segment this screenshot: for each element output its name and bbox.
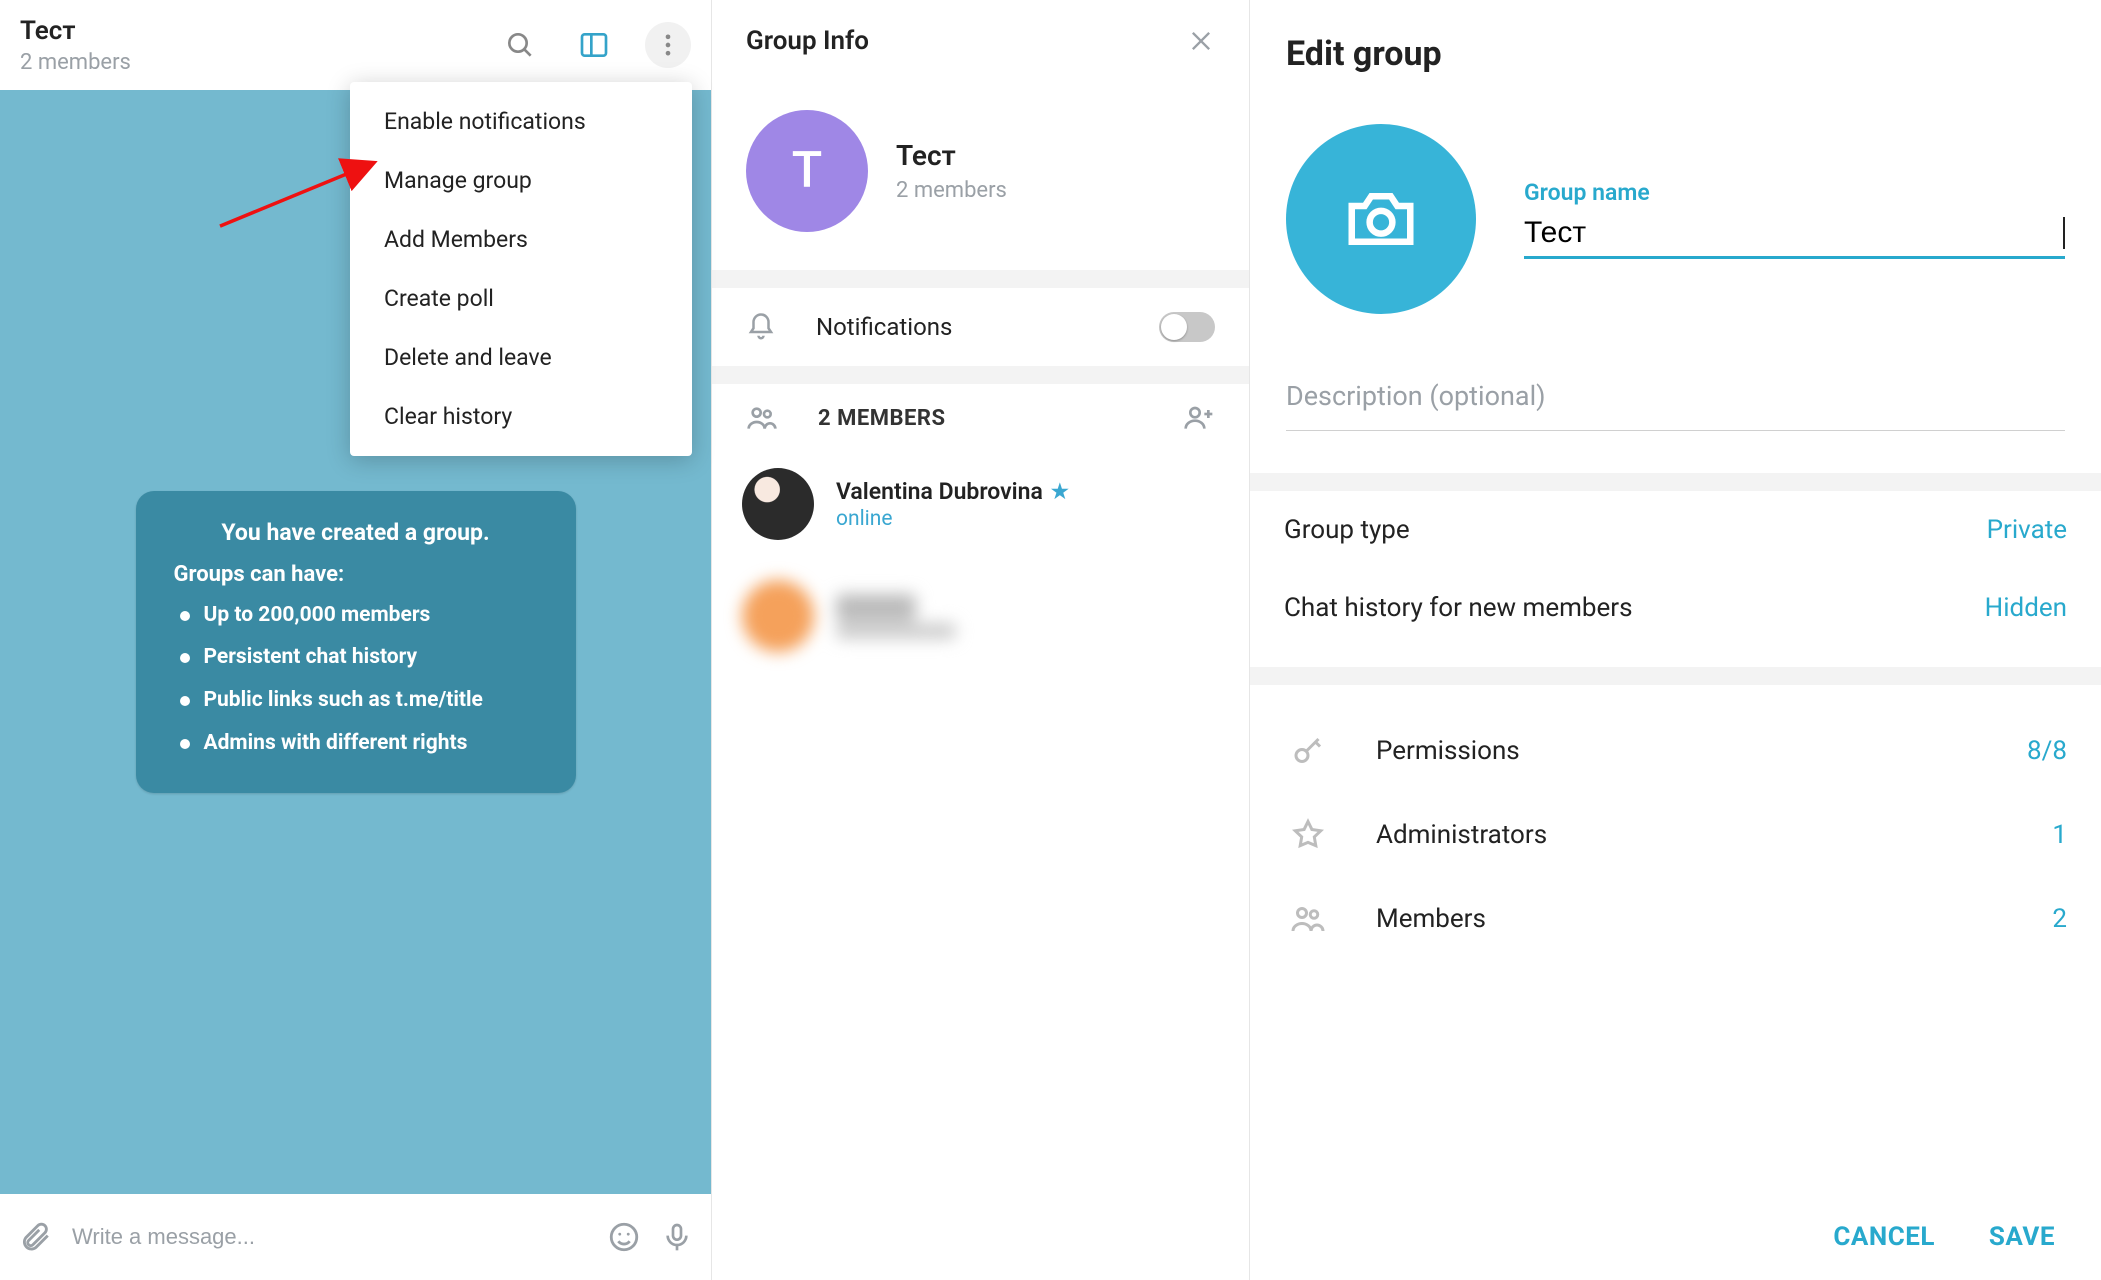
setting-label: Chat history for new members: [1284, 593, 1985, 623]
member-name: Valentina Dubrovina: [836, 478, 1043, 505]
chat-subtitle: 2 members: [20, 50, 497, 75]
list-label: Permissions: [1376, 736, 1983, 766]
notifications-toggle[interactable]: [1159, 312, 1215, 342]
members-header: 2 MEMBERS: [712, 384, 1249, 452]
system-message-bullet: Public links such as t.me/title: [174, 684, 538, 717]
chat-history-row[interactable]: Chat history for new members Hidden: [1250, 569, 2101, 647]
star-icon: ★: [1051, 479, 1069, 503]
group-name: Тест: [896, 139, 1007, 172]
system-message-bullet: Persistent chat history: [174, 641, 538, 674]
message-composer: [0, 1194, 711, 1280]
list-value: 2: [2052, 904, 2067, 934]
group-info-header: Group Info: [712, 0, 1249, 82]
menu-enable-notifications[interactable]: Enable notifications: [350, 92, 692, 151]
avatar: [742, 468, 814, 540]
member-row[interactable]: [712, 564, 1249, 668]
star-icon: [1284, 817, 1332, 853]
menu-add-members[interactable]: Add Members: [350, 210, 692, 269]
group-info-panel: Group Info T Тест 2 members Notification…: [712, 0, 1250, 1280]
group-avatar[interactable]: T: [746, 110, 868, 232]
member-status: online: [836, 507, 1069, 531]
chat-title[interactable]: Тест: [20, 16, 497, 46]
sidebar-toggle-icon[interactable]: [571, 22, 617, 68]
group-name-label: Group name: [1524, 179, 2065, 206]
edit-group-panel: Edit group Group name Description (optio…: [1250, 0, 2101, 1280]
administrators-row[interactable]: Administrators 1: [1250, 793, 2101, 877]
emoji-icon[interactable]: [607, 1220, 641, 1254]
list-value: 1: [2052, 820, 2067, 850]
menu-manage-group[interactable]: Manage group: [350, 151, 692, 210]
system-message-bullet: Admins with different rights: [174, 727, 538, 760]
menu-clear-history[interactable]: Clear history: [350, 387, 692, 446]
chat-header: Тест 2 members: [0, 0, 711, 90]
system-message-bullet: Up to 200,000 members: [174, 599, 538, 632]
permissions-row[interactable]: Permissions 8/8: [1250, 709, 2101, 793]
edit-group-header: Edit group: [1250, 0, 2101, 84]
member-row[interactable]: Valentina Dubrovina ★ online: [712, 452, 1249, 556]
save-button[interactable]: SAVE: [1989, 1222, 2055, 1252]
description-input[interactable]: Description (optional): [1286, 380, 2065, 431]
more-menu-dropdown: Enable notifications Manage group Add Me…: [350, 82, 692, 456]
group-subtitle: 2 members: [896, 178, 1007, 203]
group-name-input[interactable]: [1524, 216, 2061, 250]
close-icon[interactable]: [1187, 27, 1215, 55]
chat-panel: Тест 2 members You have created a group.…: [0, 0, 712, 1280]
menu-delete-and-leave[interactable]: Delete and leave: [350, 328, 692, 387]
cancel-button[interactable]: CANCEL: [1833, 1222, 1935, 1252]
message-input[interactable]: [72, 1224, 587, 1250]
bell-icon: [746, 312, 776, 342]
key-icon: [1284, 733, 1332, 769]
setting-label: Group type: [1284, 515, 1987, 545]
more-menu-button[interactable]: [645, 22, 691, 68]
system-message: You have created a group. Groups can hav…: [136, 491, 576, 793]
list-label: Administrators: [1376, 820, 2008, 850]
avatar: [742, 580, 814, 652]
notifications-row[interactable]: Notifications: [712, 288, 1249, 366]
text-caret: [2063, 217, 2065, 249]
list-label: Members: [1376, 904, 2008, 934]
group-photo-button[interactable]: [1286, 124, 1476, 314]
setting-value: Private: [1987, 515, 2067, 545]
menu-create-poll[interactable]: Create poll: [350, 269, 692, 328]
system-message-lead: Groups can have:: [174, 562, 538, 587]
people-icon: [1284, 901, 1332, 937]
system-message-headline: You have created a group.: [174, 519, 538, 546]
group-type-row[interactable]: Group type Private: [1250, 491, 2101, 569]
member-status: [836, 623, 956, 639]
add-member-icon[interactable]: [1183, 402, 1215, 434]
attach-icon[interactable]: [18, 1220, 52, 1254]
members-row[interactable]: Members 2: [1250, 877, 2101, 961]
list-value: 8/8: [2027, 736, 2067, 766]
members-count-label: 2 MEMBERS: [818, 406, 1143, 431]
group-summary: T Тест 2 members: [712, 82, 1249, 270]
edit-group-title: Edit group: [1286, 34, 2065, 74]
notifications-label: Notifications: [816, 313, 1119, 341]
search-icon[interactable]: [497, 22, 543, 68]
member-name: [836, 594, 916, 621]
setting-value: Hidden: [1985, 593, 2067, 623]
voice-icon[interactable]: [661, 1221, 693, 1253]
group-info-title: Group Info: [746, 26, 1187, 56]
people-icon: [746, 402, 778, 434]
